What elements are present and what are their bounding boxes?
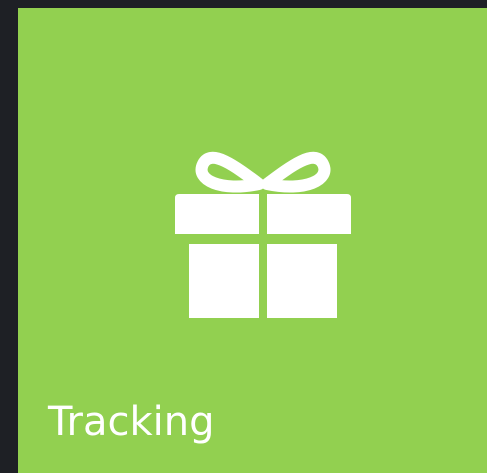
gift-icon [175,151,351,318]
start-screen: Tracking [0,0,487,473]
tracking-tile[interactable]: Tracking [18,8,487,473]
tile-label: Tracking [48,399,215,445]
